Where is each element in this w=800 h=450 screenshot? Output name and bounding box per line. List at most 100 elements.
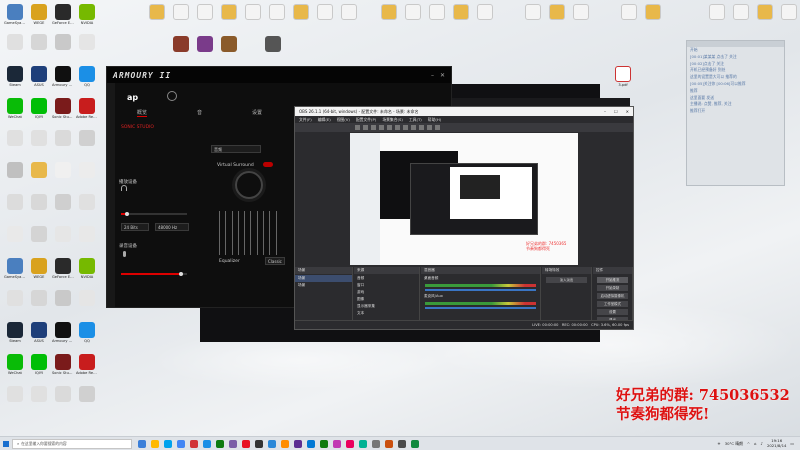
close-icon[interactable]: ✕ (626, 109, 629, 114)
desktop-icon[interactable]: Steam (4, 66, 26, 87)
weather-text[interactable]: 30°C 晴朗 (725, 441, 743, 447)
desktop-icon[interactable]: Sonic Studio (52, 354, 74, 375)
desktop-icon[interactable] (52, 226, 74, 243)
taskbar-pinned-app-icon[interactable] (229, 439, 237, 448)
taskbar-pinned-app-icon[interactable] (255, 439, 263, 448)
transition-select[interactable]: 淡入淡出 (546, 277, 587, 283)
desktop-icon[interactable] (4, 34, 26, 51)
obs-window[interactable]: OBS 26.1.1 (64-bit, windows) - 配置文件: 未命名… (294, 106, 634, 330)
source-item[interactable]: 音频 (354, 275, 419, 282)
desktop-icon[interactable] (52, 290, 74, 307)
menu-profile[interactable]: 配置文件(P) (356, 117, 376, 122)
desktop-file[interactable] (314, 4, 336, 21)
desktop-icon[interactable]: GeForce Experience (52, 4, 74, 25)
desktop-file[interactable] (242, 4, 264, 21)
desktop-file[interactable] (754, 4, 776, 21)
desktop-icon[interactable] (28, 34, 50, 51)
desktop-icon[interactable] (76, 34, 98, 51)
desktop-icon[interactable]: IQIYI (28, 354, 50, 375)
desktop-file[interactable] (170, 4, 192, 21)
desktop-icon[interactable]: ASUS (28, 322, 50, 343)
notification-icon[interactable]: ▭ (790, 441, 794, 446)
desktop-icon[interactable]: WeChat (4, 98, 26, 119)
desktop-file[interactable] (266, 4, 288, 21)
obs-title-bar[interactable]: OBS 26.1.1 (64-bit, windows) - 配置文件: 未命名… (295, 107, 633, 116)
taskbar-pinned-app-icon[interactable] (216, 439, 224, 448)
desktop-icon[interactable]: WEGE (28, 258, 50, 279)
taskbar-pinned-app-icon[interactable] (151, 439, 159, 448)
menu-edit[interactable]: 编辑(E) (318, 117, 331, 122)
minimize-icon[interactable]: – (604, 109, 606, 114)
playback-volume-knob[interactable] (125, 212, 129, 216)
desktop-icon[interactable]: GeForce Experience (52, 258, 74, 279)
volume-slider[interactable] (425, 289, 536, 291)
taskbar-pinned-app-icon[interactable] (268, 439, 276, 448)
chevron-up-icon[interactable]: ^ (747, 441, 750, 446)
taskbar-clock[interactable]: 19:16 2021/8/14 (767, 439, 786, 447)
desktop-icon[interactable] (4, 290, 26, 307)
desktop-icon[interactable] (28, 290, 50, 307)
volume-icon[interactable]: ♪ (761, 441, 763, 446)
desktop-icon[interactable]: WeChat (4, 354, 26, 375)
desktop-icon[interactable] (4, 386, 26, 403)
desktop-icon[interactable] (52, 162, 74, 179)
desktop-file-pdf[interactable]: 3.pdf (612, 66, 634, 87)
start-button[interactable] (0, 437, 12, 450)
taskbar-pinned-app-icon[interactable] (307, 439, 315, 448)
source-item[interactable]: 窗口 (354, 282, 419, 289)
desktop-file[interactable] (378, 4, 400, 21)
taskbar-search-box[interactable]: ⌕ 在这里输入你要搜索的内容 (12, 438, 132, 449)
start-streaming-button[interactable]: 开始推流 (597, 277, 628, 283)
start-virtual-camera-button[interactable]: 启动虚拟摄像机 (597, 293, 628, 299)
desktop-icon[interactable]: Steam (4, 322, 26, 343)
desktop-icon[interactable]: NVIDIA (76, 4, 98, 25)
desktop-icon[interactable] (76, 386, 98, 403)
desktop-icon[interactable] (28, 226, 50, 243)
desktop-file[interactable] (642, 4, 664, 21)
desktop-icon[interactable] (52, 130, 74, 147)
desktop-icon[interactable] (76, 130, 98, 147)
desktop-icon[interactable]: Adobe Reader (76, 98, 98, 119)
desktop-icon[interactable] (28, 194, 50, 211)
desktop-icon[interactable]: ASUS (28, 66, 50, 87)
desktop-icon[interactable] (28, 162, 50, 179)
desktop-file[interactable] (402, 4, 424, 21)
toolbar-icon[interactable] (427, 125, 432, 130)
taskbar-pinned-app-icon[interactable] (320, 439, 328, 448)
desktop-icon[interactable]: GameSyaplay (4, 4, 26, 25)
studio-mode-button[interactable]: 工作室模式 (597, 301, 628, 307)
desktop-icon[interactable]: QQ (76, 66, 98, 87)
desktop-icon[interactable]: QQ (76, 322, 98, 343)
desktop-icon[interactable] (52, 194, 74, 211)
network-icon[interactable]: ⌂ (754, 441, 756, 446)
taskbar-pinned-app-icon[interactable] (346, 439, 354, 448)
start-recording-button[interactable]: 开始录制 (597, 285, 628, 291)
toolbar-icon[interactable] (363, 125, 368, 130)
playback-volume-slider[interactable] (121, 212, 187, 216)
taskbar-pinned-app-icon[interactable] (203, 439, 211, 448)
desktop-icon[interactable] (76, 290, 98, 307)
desktop-icon[interactable] (76, 194, 98, 211)
weather-icon[interactable]: ☀ (717, 441, 720, 446)
desktop-icon[interactable] (76, 226, 98, 243)
desktop-file[interactable] (194, 36, 216, 53)
scene-item[interactable]: 场景 (295, 275, 352, 282)
armoury-title-bar[interactable]: ARMOURY II – ✕ (107, 67, 451, 83)
menu-tools[interactable]: 工具(T) (409, 117, 422, 122)
desktop-file[interactable] (778, 4, 800, 21)
tab-audio[interactable]: 音 (197, 109, 202, 117)
desktop-file[interactable] (618, 4, 640, 21)
desktop-file[interactable] (170, 36, 192, 53)
desktop-file[interactable] (450, 4, 472, 21)
settings-button[interactable]: 设置 (597, 309, 628, 315)
desktop-icon[interactable] (4, 226, 26, 243)
toolbar-icon[interactable] (419, 125, 424, 130)
virtual-surround-toggle[interactable] (263, 162, 273, 167)
obs-preview-canvas[interactable]: 好兄弟的群: 7450365 节奏狗都得死 (350, 133, 578, 265)
taskbar-pinned-app-icon[interactable] (385, 439, 393, 448)
chat-log-window[interactable]: 开始 [00:01]某某某 点击了 关注 [00:02]点击了 关注 开机已经预备好 … (686, 40, 785, 186)
desktop-icon[interactable] (4, 130, 26, 147)
taskbar-pinned-app-icon[interactable] (177, 439, 185, 448)
recording-volume-slider[interactable] (121, 272, 187, 276)
equalizer-preset-select[interactable]: Classic (265, 257, 285, 265)
